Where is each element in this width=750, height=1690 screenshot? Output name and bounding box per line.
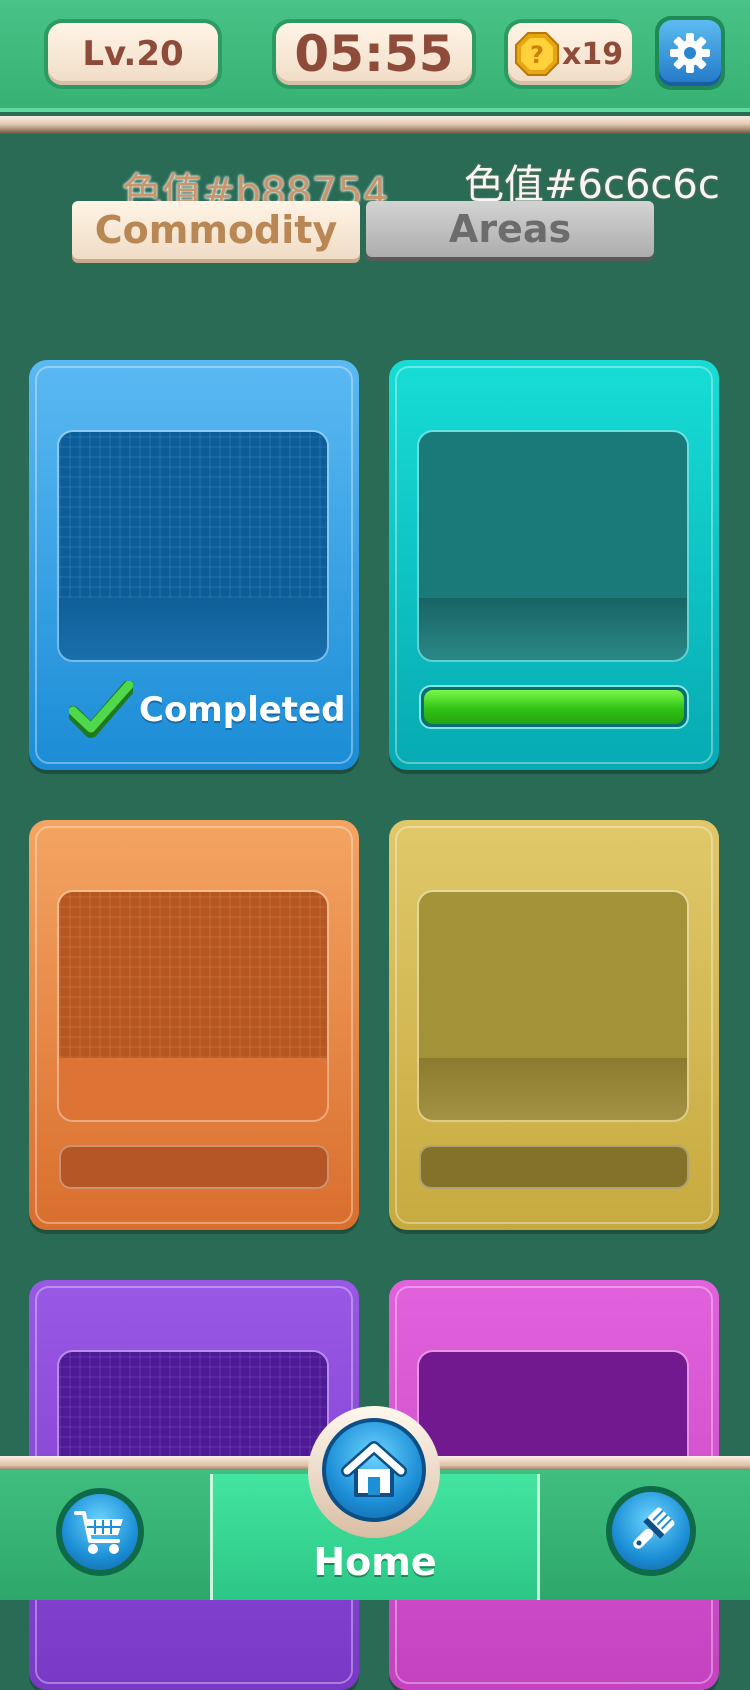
completed-status: Completed [69, 680, 345, 740]
question-coin-icon: ? [515, 32, 559, 76]
hint-counter-inner: ? x19 [508, 23, 632, 85]
completed-label: Completed [139, 690, 346, 730]
progress-bar-empty [419, 1145, 689, 1189]
card-image-base [419, 1058, 687, 1120]
card-image-area [59, 892, 327, 1058]
settings-button[interactable] [655, 16, 725, 90]
home-label: Home [313, 1540, 437, 1584]
progress-bar-empty [59, 1145, 329, 1189]
home-button[interactable] [322, 1418, 426, 1522]
settings-button-face [659, 20, 721, 86]
tab-commodity[interactable]: Commodity [72, 201, 360, 259]
card-blue[interactable]: Completed [29, 360, 359, 770]
shopping-cart-icon [74, 1511, 123, 1554]
decorate-button[interactable] [606, 1486, 696, 1576]
level-text: Lv.20 [48, 23, 218, 85]
card-image-slot [417, 430, 689, 662]
card-image-slot [57, 430, 329, 662]
progress-bar-fill [424, 690, 684, 724]
svg-text:?: ? [530, 41, 544, 69]
card-image-base [419, 598, 687, 660]
card-image-base [59, 598, 327, 660]
shop-button[interactable] [56, 1488, 144, 1576]
card-image-base [59, 1058, 327, 1120]
gear-icon [670, 33, 710, 73]
timer-badge: 05:55 [272, 19, 476, 89]
card-image-area [59, 432, 327, 598]
progress-bar [419, 685, 689, 729]
top-divider-rail [0, 116, 750, 134]
hint-counter[interactable]: ? x19 [504, 19, 632, 89]
card-image-slot [57, 890, 329, 1122]
level-badge: Lv.20 [44, 19, 222, 89]
paint-brush-icon [633, 1507, 675, 1549]
card-yellow[interactable] [389, 820, 719, 1230]
top-bar-highlight [0, 108, 750, 112]
card-image-area [419, 432, 687, 598]
hint-count: x19 [562, 36, 624, 72]
card-orange[interactable] [29, 820, 359, 1230]
checkmark-icon [69, 681, 133, 738]
card-image-area [419, 892, 687, 1058]
card-teal[interactable] [389, 360, 719, 770]
house-icon [341, 1441, 407, 1497]
card-image-slot [417, 890, 689, 1122]
tab-areas[interactable]: Areas [366, 201, 654, 257]
timer-text: 05:55 [276, 23, 472, 85]
